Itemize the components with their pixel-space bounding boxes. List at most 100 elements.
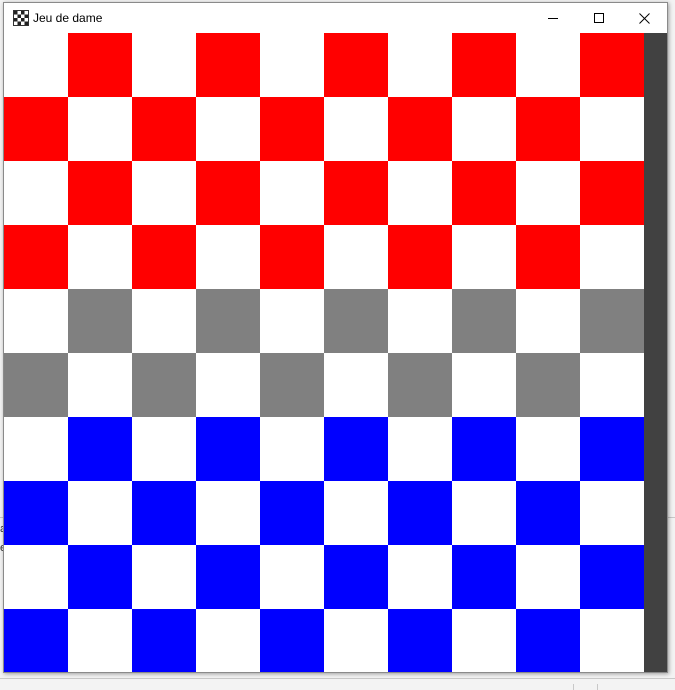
board-square-light[interactable]: [4, 161, 68, 225]
board-square-dark[interactable]: [132, 225, 196, 289]
board-square-dark[interactable]: [324, 33, 388, 97]
board-square-light[interactable]: [452, 609, 516, 672]
checkers-board[interactable]: [4, 33, 644, 672]
board-square-dark[interactable]: [68, 289, 132, 353]
board-square-light[interactable]: [68, 225, 132, 289]
board-square-light[interactable]: [324, 353, 388, 417]
title-bar[interactable]: Jeu de dame: [4, 3, 667, 33]
board-square-light[interactable]: [324, 97, 388, 161]
board-square-light[interactable]: [68, 97, 132, 161]
board-square-light[interactable]: [580, 481, 644, 545]
board-square-dark[interactable]: [516, 353, 580, 417]
board-square-dark[interactable]: [388, 225, 452, 289]
board-square-light[interactable]: [260, 545, 324, 609]
board-square-light[interactable]: [388, 161, 452, 225]
board-square-light[interactable]: [132, 33, 196, 97]
board-square-light[interactable]: [452, 97, 516, 161]
board-square-light[interactable]: [452, 225, 516, 289]
board-square-dark[interactable]: [452, 33, 516, 97]
board-square-light[interactable]: [4, 33, 68, 97]
board-square-light[interactable]: [68, 481, 132, 545]
board-square-dark[interactable]: [68, 545, 132, 609]
board-square-light[interactable]: [516, 289, 580, 353]
board-square-light[interactable]: [580, 353, 644, 417]
board-square-light[interactable]: [324, 609, 388, 672]
board-square-dark[interactable]: [324, 161, 388, 225]
board-square-light[interactable]: [4, 289, 68, 353]
minimize-button[interactable]: [530, 3, 576, 33]
board-square-dark[interactable]: [324, 417, 388, 481]
board-square-dark[interactable]: [516, 481, 580, 545]
board-square-light[interactable]: [132, 289, 196, 353]
board-square-light[interactable]: [196, 97, 260, 161]
board-square-light[interactable]: [516, 545, 580, 609]
board-square-light[interactable]: [132, 161, 196, 225]
board-square-dark[interactable]: [132, 481, 196, 545]
board-square-dark[interactable]: [388, 353, 452, 417]
board-square-light[interactable]: [452, 481, 516, 545]
board-square-light[interactable]: [388, 545, 452, 609]
board-square-dark[interactable]: [4, 609, 68, 672]
board-square-light[interactable]: [132, 545, 196, 609]
board-square-light[interactable]: [196, 225, 260, 289]
board-square-light[interactable]: [260, 289, 324, 353]
board-square-dark[interactable]: [4, 225, 68, 289]
board-square-light[interactable]: [260, 417, 324, 481]
board-square-light[interactable]: [452, 353, 516, 417]
board-square-light[interactable]: [388, 417, 452, 481]
board-square-light[interactable]: [68, 353, 132, 417]
board-square-dark[interactable]: [580, 161, 644, 225]
board-square-light[interactable]: [4, 545, 68, 609]
board-square-dark[interactable]: [196, 33, 260, 97]
board-square-light[interactable]: [580, 609, 644, 672]
board-square-dark[interactable]: [260, 97, 324, 161]
board-square-light[interactable]: [68, 609, 132, 672]
board-square-dark[interactable]: [324, 289, 388, 353]
board-square-dark[interactable]: [452, 545, 516, 609]
board-square-light[interactable]: [580, 225, 644, 289]
board-square-dark[interactable]: [196, 417, 260, 481]
board-square-dark[interactable]: [388, 97, 452, 161]
checkerboard-icon[interactable]: [13, 10, 29, 26]
board-square-dark[interactable]: [260, 609, 324, 672]
board-square-dark[interactable]: [4, 97, 68, 161]
board-square-dark[interactable]: [388, 481, 452, 545]
board-square-dark[interactable]: [68, 161, 132, 225]
board-square-dark[interactable]: [516, 609, 580, 672]
maximize-button[interactable]: [576, 3, 622, 33]
board-square-dark[interactable]: [516, 225, 580, 289]
board-square-dark[interactable]: [388, 609, 452, 672]
board-square-light[interactable]: [516, 33, 580, 97]
board-square-dark[interactable]: [4, 353, 68, 417]
board-square-light[interactable]: [260, 161, 324, 225]
board-square-dark[interactable]: [132, 97, 196, 161]
board-square-light[interactable]: [196, 481, 260, 545]
board-square-light[interactable]: [580, 97, 644, 161]
board-square-dark[interactable]: [196, 161, 260, 225]
close-button[interactable]: [621, 3, 667, 33]
board-square-light[interactable]: [324, 225, 388, 289]
board-square-dark[interactable]: [196, 289, 260, 353]
board-square-light[interactable]: [132, 417, 196, 481]
board-square-dark[interactable]: [68, 417, 132, 481]
board-square-light[interactable]: [260, 33, 324, 97]
board-square-light[interactable]: [196, 353, 260, 417]
board-square-dark[interactable]: [580, 545, 644, 609]
board-square-light[interactable]: [516, 161, 580, 225]
board-square-dark[interactable]: [132, 353, 196, 417]
board-square-light[interactable]: [388, 33, 452, 97]
board-square-light[interactable]: [4, 417, 68, 481]
board-square-dark[interactable]: [324, 545, 388, 609]
board-square-light[interactable]: [388, 289, 452, 353]
board-square-dark[interactable]: [196, 545, 260, 609]
board-square-dark[interactable]: [452, 161, 516, 225]
board-square-dark[interactable]: [452, 417, 516, 481]
board-square-light[interactable]: [324, 481, 388, 545]
board-square-dark[interactable]: [580, 289, 644, 353]
board-square-dark[interactable]: [260, 225, 324, 289]
board-square-dark[interactable]: [132, 609, 196, 672]
board-square-dark[interactable]: [516, 97, 580, 161]
board-square-dark[interactable]: [580, 33, 644, 97]
board-square-dark[interactable]: [4, 481, 68, 545]
board-square-dark[interactable]: [260, 481, 324, 545]
